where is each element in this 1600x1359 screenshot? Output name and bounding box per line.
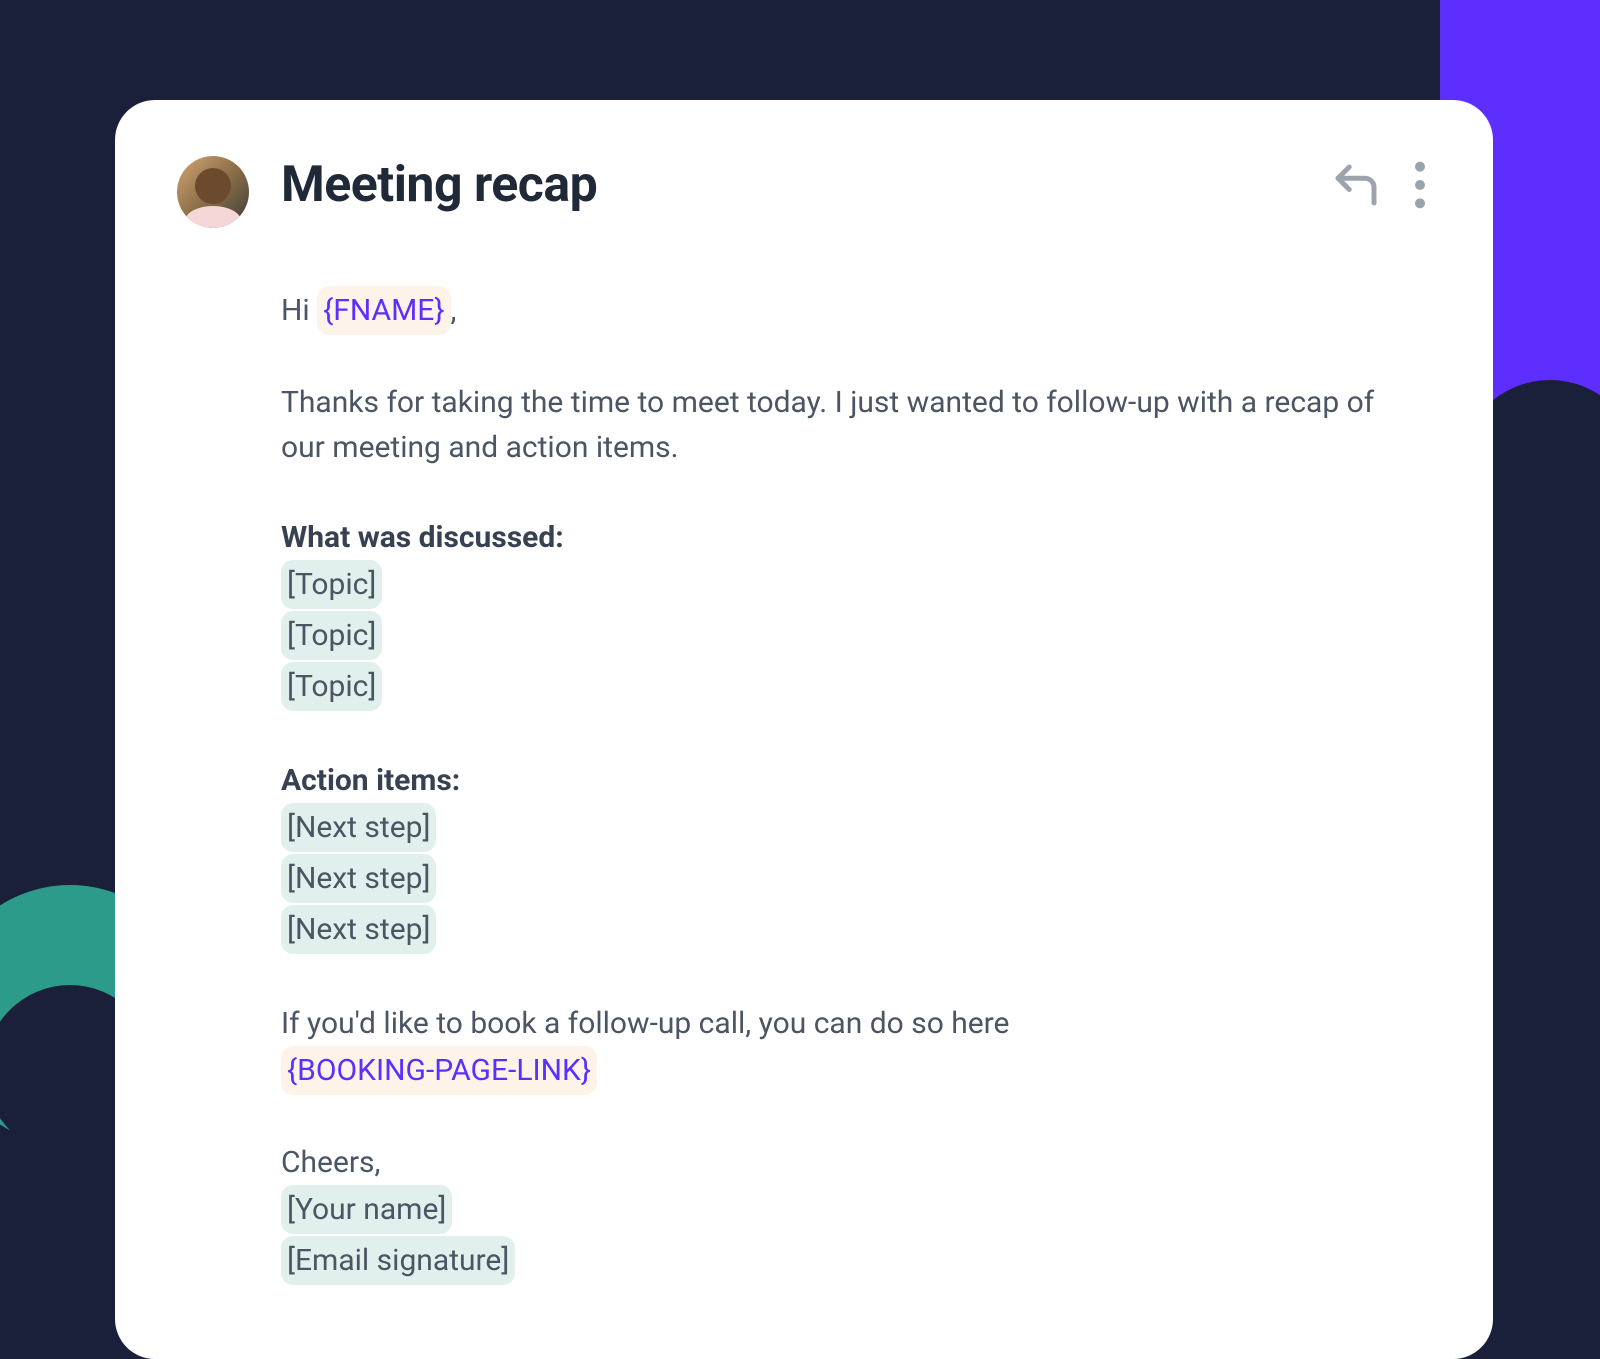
email-body: Hi {FNAME}, Thanks for taking the time t… [281, 286, 1425, 1287]
more-options-button[interactable] [1415, 161, 1425, 209]
topic-placeholder[interactable]: [Topic] [281, 611, 382, 660]
discussed-list: [Topic] [Topic] [Topic] [281, 560, 1425, 713]
email-content: Meeting recap [281, 156, 1425, 1287]
email-signature-placeholder[interactable]: [Email signature] [281, 1236, 515, 1285]
signoff: Cheers, [281, 1140, 1425, 1185]
action-items-list: [Next step] [Next step] [Next step] [281, 803, 1425, 956]
followup-text: If you'd like to book a follow-up call, … [281, 1006, 1009, 1041]
topic-placeholder[interactable]: [Topic] [281, 560, 382, 609]
discussed-heading: What was discussed: [281, 515, 1425, 560]
greeting-suffix: , [451, 293, 457, 328]
reply-button[interactable] [1329, 158, 1383, 212]
sender-avatar [177, 156, 249, 228]
signature-block: [Your name] [Email signature] [281, 1185, 1425, 1287]
more-vertical-icon [1415, 161, 1425, 209]
reply-icon [1329, 158, 1383, 212]
booking-link-merge-tag[interactable]: {BOOKING-PAGE-LINK} [281, 1046, 597, 1095]
next-step-placeholder[interactable]: [Next step] [281, 854, 436, 903]
your-name-placeholder[interactable]: [Your name] [281, 1185, 452, 1234]
topic-placeholder[interactable]: [Topic] [281, 662, 382, 711]
email-header: Meeting recap [281, 156, 1425, 214]
followup-paragraph: If you'd like to book a follow-up call, … [281, 1001, 1425, 1095]
action-items-heading: Action items: [281, 758, 1425, 803]
email-subject: Meeting recap [281, 156, 597, 214]
next-step-placeholder[interactable]: [Next step] [281, 905, 436, 954]
next-step-placeholder[interactable]: [Next step] [281, 803, 436, 852]
greeting-prefix: Hi [281, 293, 317, 328]
header-actions [1329, 158, 1425, 212]
email-template-card: Meeting recap [115, 100, 1493, 1359]
fname-merge-tag[interactable]: {FNAME} [317, 286, 450, 335]
intro-paragraph: Thanks for taking the time to meet today… [281, 380, 1425, 470]
greeting-line: Hi {FNAME}, [281, 286, 1425, 335]
